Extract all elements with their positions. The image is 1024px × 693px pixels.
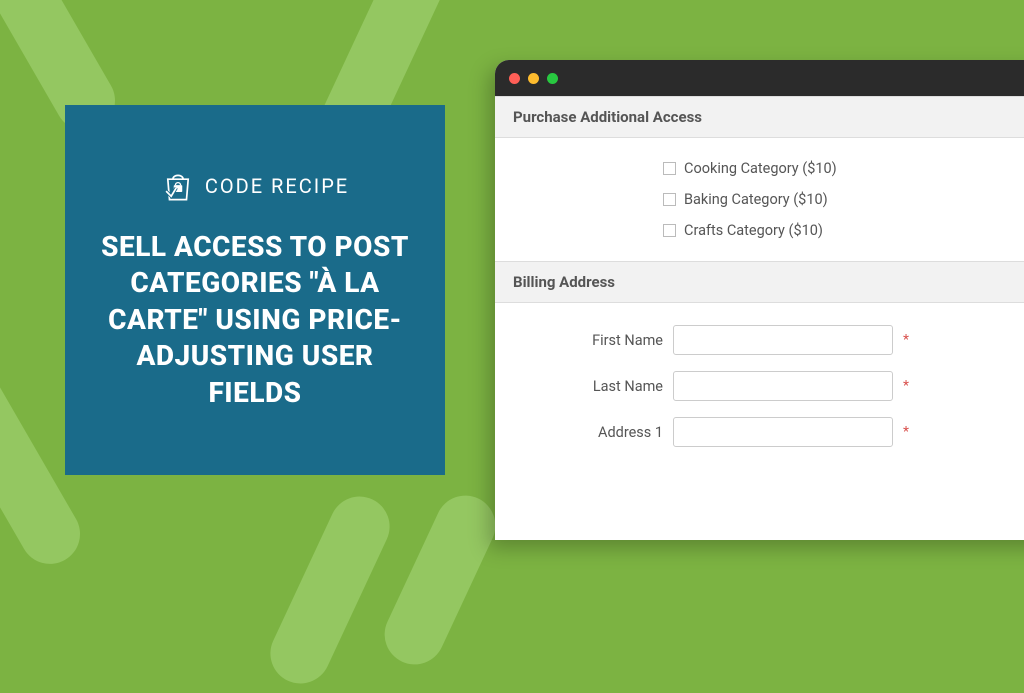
address1-label: Address 1 (513, 424, 663, 441)
option-label: Cooking Category ($10) (684, 160, 837, 177)
purchase-options: Cooking Category ($10) Baking Category (… (495, 138, 1024, 261)
checkbox-icon[interactable] (663, 162, 676, 175)
billing-fields: First Name * Last Name * Address 1 * (495, 303, 1024, 485)
address1-input[interactable] (673, 417, 893, 447)
window-minimize-icon (528, 73, 539, 84)
logo-text: CODE RECIPE (205, 174, 349, 198)
section-header-billing: Billing Address (495, 261, 1024, 303)
last-name-label: Last Name (513, 378, 663, 395)
required-mark-icon: * (903, 378, 909, 394)
headline: SELL ACCESS TO POST CATEGORIES "À LA CAR… (93, 229, 417, 411)
option-label: Baking Category ($10) (684, 191, 828, 208)
field-first-name: First Name * (513, 325, 1024, 355)
first-name-input[interactable] (673, 325, 893, 355)
promo-card: CODE RECIPE SELL ACCESS TO POST CATEGORI… (65, 105, 445, 475)
option-cooking[interactable]: Cooking Category ($10) (663, 160, 1024, 177)
field-last-name: Last Name * (513, 371, 1024, 401)
window-titlebar (495, 60, 1024, 96)
option-baking[interactable]: Baking Category ($10) (663, 191, 1024, 208)
checkbox-icon[interactable] (663, 193, 676, 206)
section-header-purchase: Purchase Additional Access (495, 96, 1024, 138)
logo-row: CODE RECIPE (161, 169, 349, 203)
form-area: Purchase Additional Access Cooking Categ… (495, 96, 1024, 485)
required-mark-icon: * (903, 424, 909, 440)
bg-decoration (261, 487, 400, 693)
checkbox-icon[interactable] (663, 224, 676, 237)
browser-window: Purchase Additional Access Cooking Categ… (495, 60, 1024, 540)
option-label: Crafts Category ($10) (684, 222, 823, 239)
field-address-1: Address 1 * (513, 417, 1024, 447)
shopping-bag-lock-icon (161, 169, 195, 203)
window-close-icon (509, 73, 520, 84)
first-name-label: First Name (513, 332, 663, 349)
option-crafts[interactable]: Crafts Category ($10) (663, 222, 1024, 239)
window-maximize-icon (547, 73, 558, 84)
bg-decoration (375, 486, 505, 674)
required-mark-icon: * (903, 332, 909, 348)
last-name-input[interactable] (673, 371, 893, 401)
